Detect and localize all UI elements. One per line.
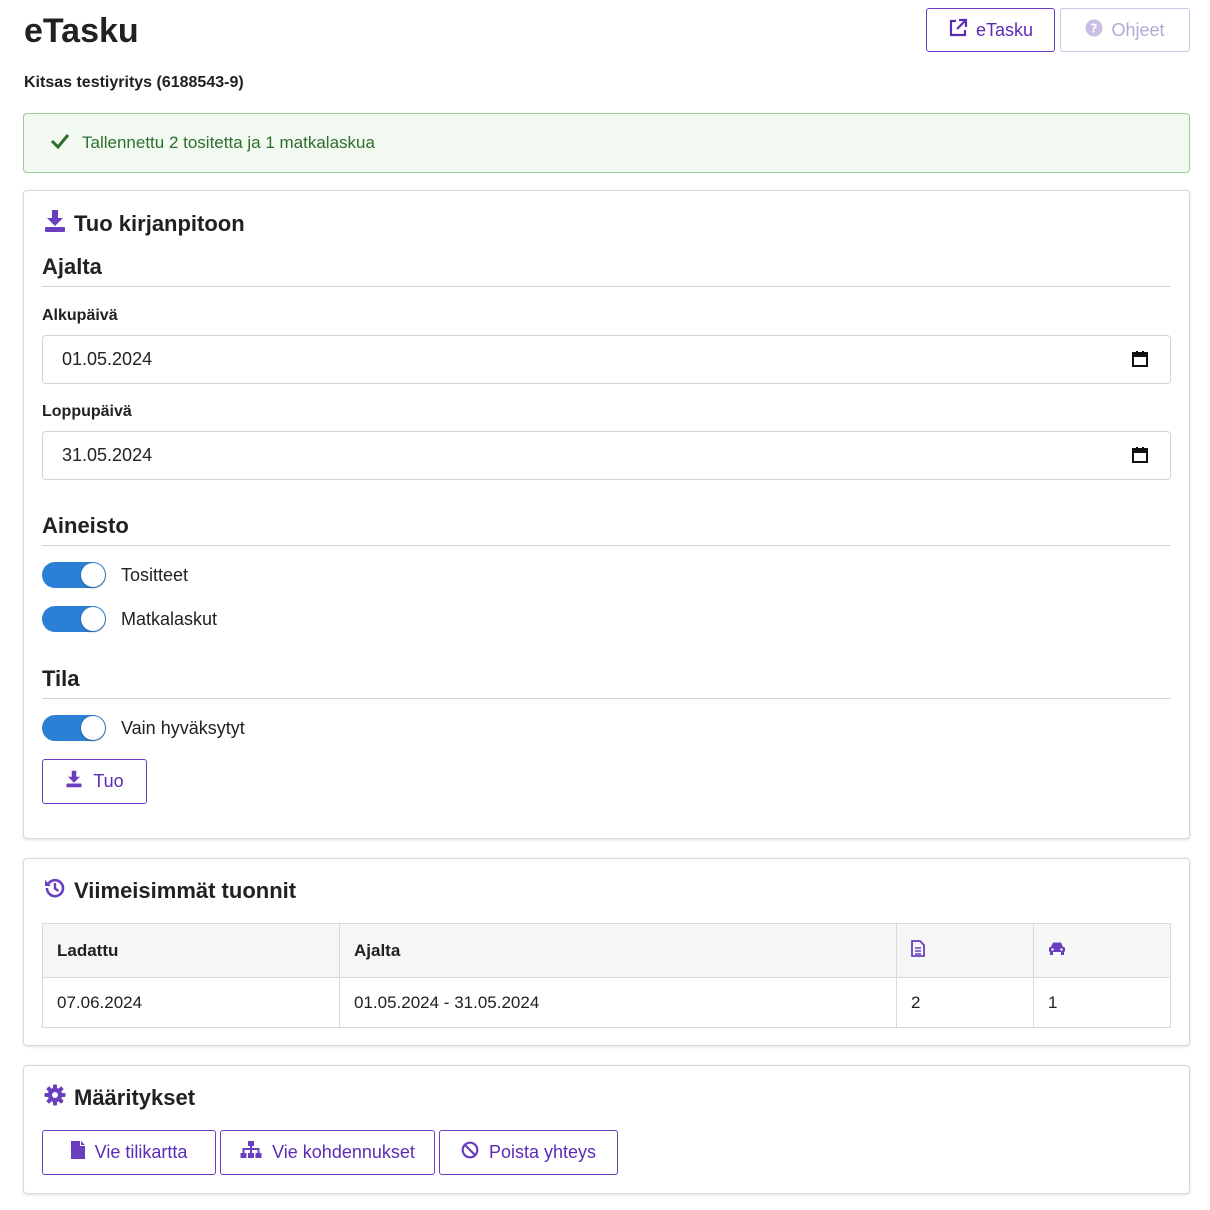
- import-button-label: Tuo: [93, 771, 124, 791]
- travel-toggle-label: Matkalaskut: [121, 608, 218, 629]
- import-card-title: Tuo kirjanpitoon: [44, 209, 245, 239]
- import-card-title-text: Tuo kirjanpitoon: [74, 211, 245, 236]
- column-header-travel: [1033, 923, 1171, 978]
- start-date-input[interactable]: 01.05.2024: [42, 335, 1171, 384]
- sitemap-icon: [240, 1141, 262, 1164]
- column-header-period: Ajalta: [339, 923, 897, 978]
- cell-loaded: 07.06.2024: [42, 977, 340, 1028]
- end-date-label: Loppupäivä: [42, 403, 132, 420]
- remove-connection-button[interactable]: Poista yhteys: [439, 1130, 618, 1175]
- gear-icon: [44, 1084, 66, 1112]
- page-title: eTasku: [24, 12, 139, 50]
- material-heading: Aineisto: [42, 513, 1171, 546]
- etasku-button-label: eTasku: [975, 19, 1034, 40]
- settings-title-text: Määritykset: [74, 1085, 196, 1110]
- etasku-button[interactable]: eTasku: [926, 8, 1055, 52]
- success-alert: Tallennettu 2 tositetta ja 1 matkalaskua: [23, 113, 1190, 173]
- approved-only-toggle[interactable]: [42, 715, 106, 741]
- export-accounts-label: Vie tilikartta: [94, 1142, 188, 1162]
- settings-title: Määritykset: [44, 1084, 195, 1112]
- toggle-row-approved: Vain hyväksytyt: [42, 715, 245, 741]
- cell-documents: 2: [896, 977, 1034, 1028]
- recent-imports-title-text: Viimeisimmät tuonnit: [74, 878, 297, 903]
- recent-imports-table: Ladattu Ajalta 07.06.2024 01.05.2024 - 3…: [42, 923, 1171, 1028]
- car-icon: [1048, 941, 1066, 960]
- column-header-loaded: Ladattu: [42, 923, 340, 978]
- end-date-value: 31.05.2024: [62, 445, 153, 465]
- export-allocations-label: Vie kohdennukset: [272, 1142, 415, 1162]
- remove-connection-label: Poista yhteys: [488, 1142, 597, 1162]
- cell-period: 01.05.2024 - 31.05.2024: [339, 977, 897, 1028]
- calendar-icon[interactable]: [1132, 447, 1148, 468]
- question-circle-icon: ?: [1085, 19, 1103, 42]
- file-icon: [70, 1141, 85, 1164]
- toggle-row-receipts: Tositteet: [42, 562, 188, 588]
- company-name: Kitsas testiyritys (6188543-9): [24, 74, 244, 91]
- export-allocations-button[interactable]: Vie kohdennukset: [220, 1130, 435, 1175]
- import-card: Tuo kirjanpitoon Ajalta Alkupäivä 01.05.…: [23, 190, 1190, 839]
- travel-toggle[interactable]: [42, 606, 106, 632]
- toggle-row-travel: Matkalaskut: [42, 606, 217, 632]
- recent-imports-title: Viimeisimmät tuonnit: [44, 877, 296, 905]
- alert-message: Tallennettu 2 tositetta ja 1 matkalaskua: [82, 133, 375, 152]
- ban-icon: [461, 1141, 479, 1164]
- svg-text:?: ?: [1091, 21, 1098, 35]
- help-button-label: Ohjeet: [1111, 19, 1165, 40]
- table-row[interactable]: 07.06.2024 01.05.2024 - 31.05.2024 2 1: [42, 977, 1171, 1028]
- cell-travel: 1: [1033, 977, 1171, 1028]
- period-heading: Ajalta: [42, 254, 1171, 287]
- end-date-input[interactable]: 31.05.2024: [42, 431, 1171, 480]
- recent-imports-card: Viimeisimmät tuonnit Ladattu Ajalta 07.0…: [23, 858, 1190, 1046]
- start-date-value: 01.05.2024: [62, 349, 153, 369]
- receipts-toggle[interactable]: [42, 562, 106, 588]
- page: eTasku Kitsas testiyritys (6188543-9) eT…: [0, 0, 1210, 1210]
- approved-only-toggle-label: Vain hyväksytyt: [121, 717, 245, 738]
- state-heading: Tila: [42, 666, 1171, 699]
- download-icon: [65, 770, 83, 793]
- import-button[interactable]: Tuo: [42, 759, 147, 804]
- download-icon: [44, 209, 66, 239]
- calendar-icon[interactable]: [1132, 351, 1148, 372]
- start-date-label: Alkupäivä: [42, 307, 118, 324]
- help-button[interactable]: ? Ohjeet: [1060, 8, 1190, 52]
- document-icon: [911, 939, 925, 961]
- checkmark-icon: [50, 133, 70, 154]
- history-icon: [44, 877, 66, 905]
- settings-card: Määritykset Vie tilikartta Vie kohdennuk…: [23, 1065, 1190, 1194]
- table-header-row: Ladattu Ajalta: [42, 923, 1171, 978]
- column-header-documents: [896, 923, 1034, 978]
- export-accounts-button[interactable]: Vie tilikartta: [42, 1130, 216, 1175]
- external-link-icon: [948, 18, 968, 43]
- receipts-toggle-label: Tositteet: [121, 564, 189, 585]
